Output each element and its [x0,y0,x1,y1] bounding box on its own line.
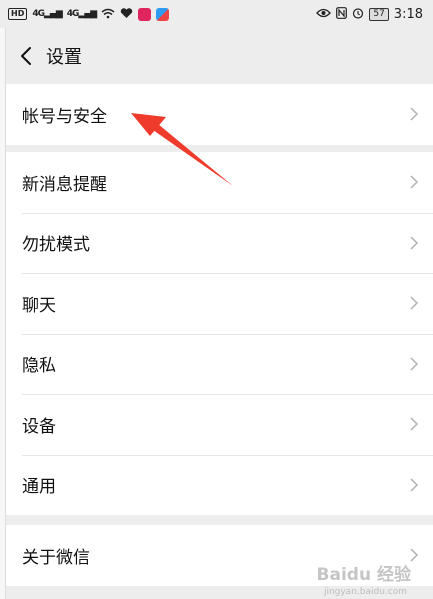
chevron-right-icon [409,235,419,251]
settings-row-account-security[interactable]: 帐号与安全 [6,84,433,145]
settings-row-label: 隐私 [22,356,56,377]
settings-row-chat[interactable]: 聊天 [6,273,433,334]
settings-row-general[interactable]: 通用 [6,454,433,516]
settings-row-label: 帐号与安全 [22,106,107,127]
page-title: 设置 [46,47,82,68]
settings-row-label: 聊天 [22,295,56,316]
wifi-icon [101,8,115,21]
nfc-icon [336,7,348,21]
status-bar-right: 57 3:18 [316,7,423,22]
chevron-left-icon [21,47,31,65]
settings-row-label: 新消息提醒 [22,174,107,195]
baidu-watermark-url: jingyan.baidu.com [323,587,407,597]
signal-4g-1-label: 4G [32,9,45,19]
battery-indicator: 57 [369,7,389,21]
signal-4g-2: 4G▂▄▆ [66,9,97,19]
eye-icon [316,8,332,20]
hd-indicator: HD [8,8,28,20]
chevron-right-icon [409,477,419,493]
heart-icon [120,7,133,21]
status-bar: HD 4G▂▄▆ 4G▂▄▆ 57 3:18 [0,0,433,28]
settings-row-new-message-alerts[interactable]: 新消息提醒 [6,152,433,213]
settings-group-main: 新消息提醒 勿扰模式 聊天 隐私 设备 通用 [6,152,433,515]
settings-group-account: 帐号与安全 [6,84,433,145]
baidu-watermark: Baidu 经验 [316,565,411,585]
chevron-right-icon [409,174,419,190]
alarm-icon [352,7,364,21]
settings-row-privacy[interactable]: 隐私 [6,333,433,395]
back-button[interactable] [6,28,46,84]
settings-row-devices[interactable]: 设备 [6,394,433,455]
app-notification-icon-red [138,7,152,21]
settings-row-label: 设备 [22,416,56,437]
settings-row-label: 勿扰模式 [22,235,90,256]
chevron-right-icon [409,295,419,311]
title-bar: 设置 [6,28,433,84]
chevron-right-icon [409,416,419,432]
status-time: 3:18 [393,6,423,22]
signal-4g-1: 4G▂▄▆ [32,9,62,19]
chevron-right-icon [409,356,419,372]
status-bar-left: HD 4G▂▄▆ 4G▂▄▆ [8,7,170,21]
settings-row-do-not-disturb[interactable]: 勿扰模式 [6,212,433,274]
chevron-right-icon [409,106,419,122]
app-notification-icon-color [156,7,170,21]
settings-row-label: 关于微信 [22,547,90,568]
signal-4g-2-label: 4G [66,9,80,19]
settings-row-label: 通用 [22,477,56,498]
